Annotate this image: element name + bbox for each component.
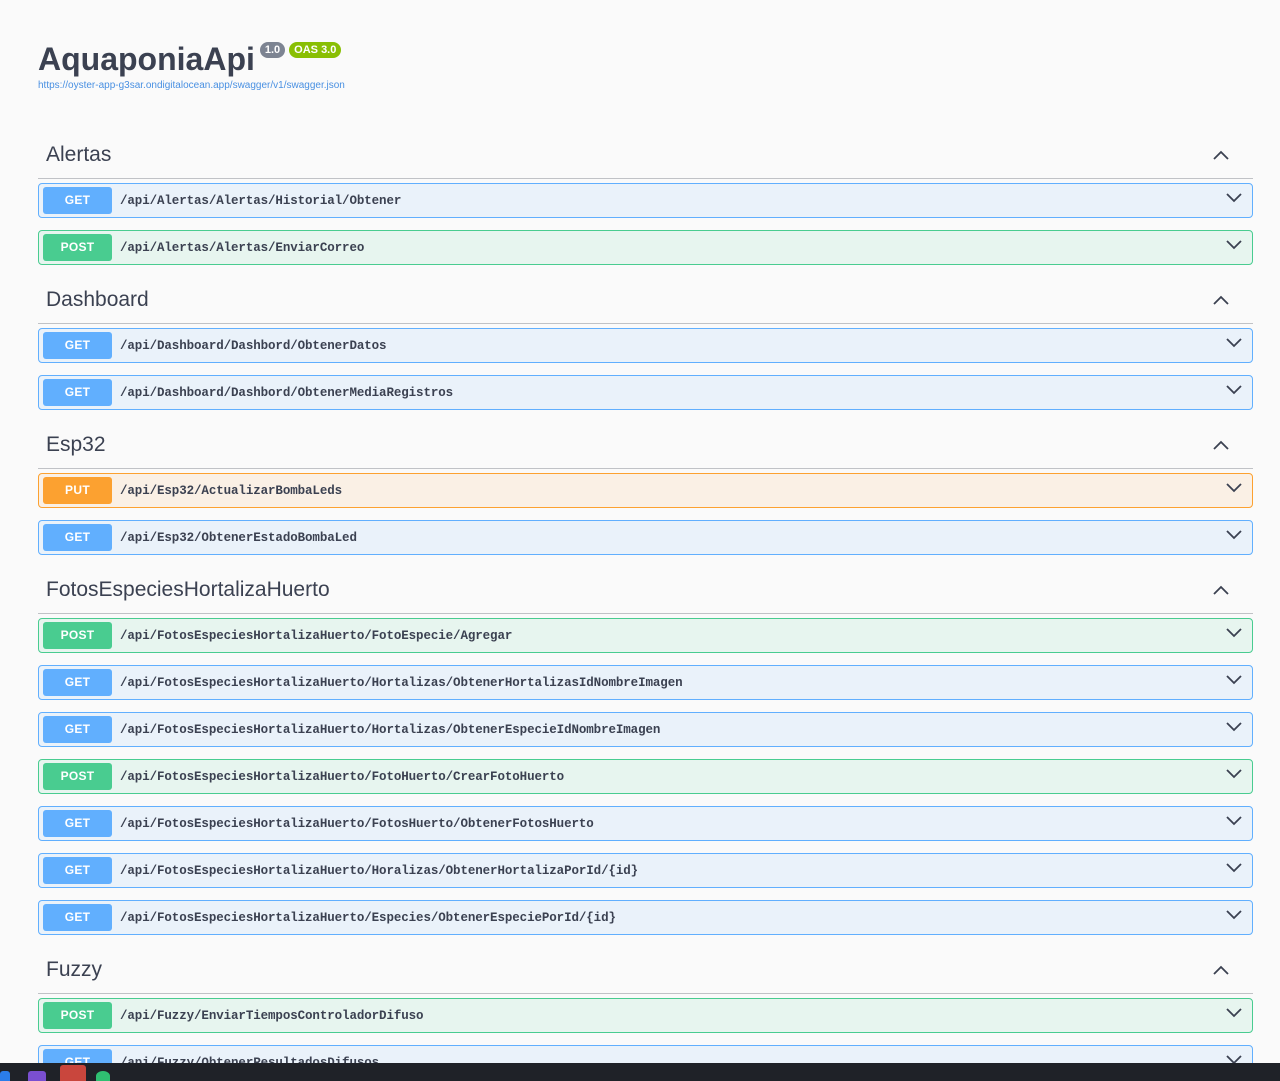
whatsapp-icon[interactable]	[96, 1071, 110, 1081]
tag-name: Esp32	[46, 433, 106, 456]
version-badge: 1.0	[259, 42, 286, 58]
tag-header-fotosespecieshortalizahuerto[interactable]: FotosEspeciesHortalizaHuerto	[38, 567, 1253, 614]
operation-row[interactable]: GET/api/FotosEspeciesHortalizaHuerto/Hor…	[38, 853, 1253, 888]
app-icon[interactable]	[60, 1065, 86, 1081]
operation-row[interactable]: PUT/api/Esp32/ActualizarBombaLeds	[38, 473, 1253, 508]
tag-section: FotosEspeciesHortalizaHuerto POST/api/Fot…	[38, 567, 1253, 935]
operation-path: /api/Alertas/Alertas/EnviarCorreo	[120, 240, 365, 255]
tag-name: Alertas	[46, 143, 112, 166]
method-badge: POST	[43, 1002, 112, 1029]
operation-path: /api/Esp32/ObtenerEstadoBombaLed	[120, 530, 357, 545]
chevron-up-icon[interactable]	[1213, 150, 1229, 160]
tag-header-alertas[interactable]: Alertas	[38, 132, 1253, 179]
start-icon[interactable]	[0, 1071, 10, 1081]
method-badge: GET	[43, 810, 112, 837]
method-badge: GET	[43, 379, 112, 406]
chevron-down-icon[interactable]	[1226, 675, 1242, 685]
chevron-up-icon[interactable]	[1213, 585, 1229, 595]
operation-row[interactable]: GET/api/FotosEspeciesHortalizaHuerto/Hor…	[38, 665, 1253, 700]
tag-section: Esp32 PUT/api/Esp32/ActualizarBombaLeds GE…	[38, 422, 1253, 555]
chevron-down-icon[interactable]	[1226, 769, 1242, 779]
method-badge: GET	[43, 716, 112, 743]
chevron-down-icon[interactable]	[1226, 816, 1242, 826]
operations-list: POST/api/FotosEspeciesHortalizaHuerto/Fo…	[38, 614, 1253, 935]
operation-row[interactable]: POST/api/FotosEspeciesHortalizaHuerto/Fo…	[38, 759, 1253, 794]
tag-header-fuzzy[interactable]: Fuzzy	[38, 947, 1253, 994]
operation-row[interactable]: GET/api/Dashboard/Dashbord/ObtenerMediaR…	[38, 375, 1253, 410]
page-title: AquaponiaApi	[38, 41, 255, 77]
operation-path: /api/Dashboard/Dashbord/ObtenerDatos	[120, 338, 387, 353]
operation-path: /api/FotosEspeciesHortalizaHuerto/Especi…	[120, 910, 616, 925]
chevron-down-icon[interactable]	[1226, 483, 1242, 493]
api-info: AquaponiaApi 1.0 OAS 3.0 https://oyster-…	[38, 40, 345, 91]
tag-header-esp32[interactable]: Esp32	[38, 422, 1253, 469]
operation-row[interactable]: GET/api/FotosEspeciesHortalizaHuerto/Fot…	[38, 806, 1253, 841]
visual-studio-icon[interactable]	[28, 1071, 46, 1081]
tag-section: Fuzzy POST/api/Fuzzy/EnviarTiemposControl…	[38, 947, 1253, 1080]
chevron-down-icon[interactable]	[1226, 240, 1242, 250]
operations-list: PUT/api/Esp32/ActualizarBombaLeds GET/api…	[38, 469, 1253, 555]
chevron-down-icon[interactable]	[1226, 863, 1242, 873]
operation-path: /api/Alertas/Alertas/Historial/Obtener	[120, 193, 402, 208]
operation-path: /api/FotosEspeciesHortalizaHuerto/FotosH…	[120, 816, 594, 831]
operation-path: /api/Esp32/ActualizarBombaLeds	[120, 483, 343, 498]
method-badge: POST	[43, 234, 112, 261]
chevron-down-icon[interactable]	[1226, 910, 1242, 920]
chevron-down-icon[interactable]	[1226, 530, 1242, 540]
operations-container: Alertas GET/api/Alertas/Alertas/Historial…	[38, 132, 1253, 1081]
method-badge: GET	[43, 904, 112, 931]
operation-row[interactable]: GET/api/FotosEspeciesHortalizaHuerto/Hor…	[38, 712, 1253, 747]
chevron-down-icon[interactable]	[1226, 1008, 1242, 1018]
chevron-down-icon[interactable]	[1226, 338, 1242, 348]
operation-path: /api/FotosEspeciesHortalizaHuerto/Horali…	[120, 863, 639, 878]
operation-row[interactable]: GET/api/FotosEspeciesHortalizaHuerto/Esp…	[38, 900, 1253, 935]
tag-section: Dashboard GET/api/Dashboard/Dashbord/Obte…	[38, 277, 1253, 410]
tag-name: Dashboard	[46, 288, 149, 311]
operations-list: GET/api/Alertas/Alertas/Historial/Obtene…	[38, 179, 1253, 265]
chevron-down-icon[interactable]	[1226, 193, 1242, 203]
chevron-up-icon[interactable]	[1213, 440, 1229, 450]
operation-path: /api/FotosEspeciesHortalizaHuerto/Hortal…	[120, 722, 661, 737]
tag-header-dashboard[interactable]: Dashboard	[38, 277, 1253, 324]
operation-path: /api/Fuzzy/EnviarTiemposControladorDifus…	[120, 1008, 424, 1023]
chevron-up-icon[interactable]	[1213, 965, 1229, 975]
chevron-down-icon[interactable]	[1226, 385, 1242, 395]
method-badge: PUT	[43, 477, 112, 504]
method-badge: GET	[43, 332, 112, 359]
method-badge: POST	[43, 622, 112, 649]
operation-path: /api/FotosEspeciesHortalizaHuerto/Hortal…	[120, 675, 683, 690]
operation-row[interactable]: POST/api/Alertas/Alertas/EnviarCorreo	[38, 230, 1253, 265]
title-row: AquaponiaApi 1.0 OAS 3.0	[38, 40, 345, 78]
operation-row[interactable]: POST/api/Fuzzy/EnviarTiemposControladorD…	[38, 998, 1253, 1033]
method-badge: GET	[43, 669, 112, 696]
method-badge: GET	[43, 187, 112, 214]
method-badge: GET	[43, 857, 112, 884]
chevron-down-icon[interactable]	[1226, 628, 1242, 638]
chevron-down-icon[interactable]	[1226, 722, 1242, 732]
chevron-up-icon[interactable]	[1213, 295, 1229, 305]
tag-name: Fuzzy	[46, 958, 103, 981]
oas-badge: OAS 3.0	[289, 42, 342, 58]
operation-path: /api/Dashboard/Dashbord/ObtenerMediaRegi…	[120, 385, 454, 400]
operation-path: /api/FotosEspeciesHortalizaHuerto/FotoHu…	[120, 769, 565, 784]
method-badge: GET	[43, 524, 112, 551]
method-badge: POST	[43, 763, 112, 790]
operation-row[interactable]: POST/api/FotosEspeciesHortalizaHuerto/Fo…	[38, 618, 1253, 653]
spec-url-link[interactable]: https://oyster-app-g3sar.ondigitalocean.…	[38, 80, 345, 91]
operation-path: /api/FotosEspeciesHortalizaHuerto/FotoEs…	[120, 628, 513, 643]
taskbar	[0, 1063, 1280, 1081]
operation-row[interactable]: GET/api/Esp32/ObtenerEstadoBombaLed	[38, 520, 1253, 555]
operation-row[interactable]: GET/api/Dashboard/Dashbord/ObtenerDatos	[38, 328, 1253, 363]
tag-section: Alertas GET/api/Alertas/Alertas/Historial…	[38, 132, 1253, 265]
operations-list: GET/api/Dashboard/Dashbord/ObtenerDatos G…	[38, 324, 1253, 410]
operation-row[interactable]: GET/api/Alertas/Alertas/Historial/Obtene…	[38, 183, 1253, 218]
tag-name: FotosEspeciesHortalizaHuerto	[46, 578, 330, 601]
